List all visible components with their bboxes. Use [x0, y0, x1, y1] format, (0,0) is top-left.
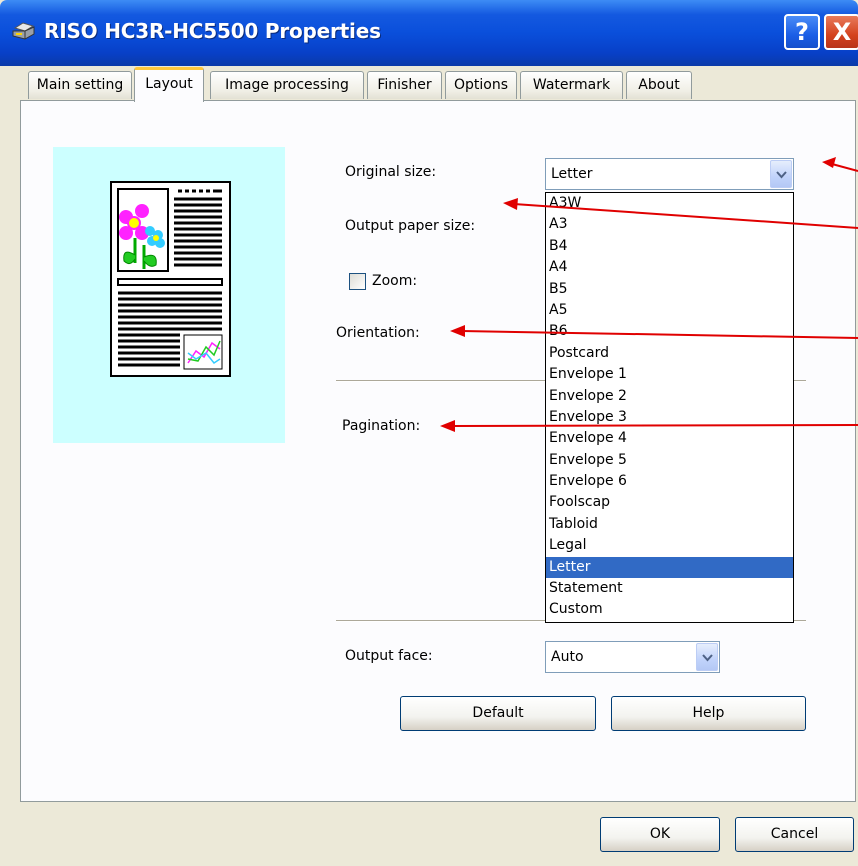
chevron-down-icon[interactable]: [770, 160, 792, 188]
list-item[interactable]: A5: [546, 300, 793, 321]
list-item[interactable]: Legal: [546, 535, 793, 556]
tab-main-setting[interactable]: Main setting: [28, 71, 132, 99]
tab-options[interactable]: Options: [445, 71, 517, 99]
tab-layout[interactable]: Layout: [134, 67, 204, 102]
tab-finisher[interactable]: Finisher: [367, 71, 442, 99]
default-button[interactable]: Default: [400, 696, 596, 731]
list-item[interactable]: A4: [546, 257, 793, 278]
list-item[interactable]: B6: [546, 321, 793, 342]
pagination-label: Pagination:: [342, 418, 421, 434]
output-face-label: Output face:: [345, 648, 433, 664]
list-item[interactable]: Tabloid: [546, 514, 793, 535]
output-face-select[interactable]: Auto: [545, 641, 720, 673]
list-item[interactable]: Envelope 5: [546, 450, 793, 471]
list-item[interactable]: B4: [546, 236, 793, 257]
title-bar[interactable]: RISO HC3R-HC5500 Properties ? X: [0, 0, 858, 66]
zoom-checkbox[interactable]: [349, 273, 366, 290]
original-size-dropdown-list[interactable]: A3W A3 B4 A4 B5 A5 B6 Postcard Envelope …: [545, 192, 794, 623]
printer-icon: [12, 22, 35, 40]
cancel-button[interactable]: Cancel: [735, 817, 854, 852]
output-paper-size-label: Output paper size:: [345, 218, 476, 234]
list-item[interactable]: B5: [546, 279, 793, 300]
original-size-value: Letter: [551, 166, 593, 182]
list-item[interactable]: Envelope 6: [546, 471, 793, 492]
help-title-button[interactable]: ?: [784, 14, 820, 50]
list-item[interactable]: Postcard: [546, 343, 793, 364]
list-item[interactable]: Statement: [546, 578, 793, 599]
orientation-label: Orientation:: [336, 325, 420, 341]
list-item[interactable]: Envelope 3: [546, 407, 793, 428]
list-item[interactable]: Foolscap: [546, 492, 793, 513]
output-face-value: Auto: [551, 649, 584, 665]
tab-about[interactable]: About: [626, 71, 692, 99]
tab-watermark[interactable]: Watermark: [520, 71, 623, 99]
help-button[interactable]: Help: [611, 696, 806, 731]
ok-button[interactable]: OK: [600, 817, 720, 852]
list-item[interactable]: A3: [546, 214, 793, 235]
close-button[interactable]: X: [824, 14, 858, 50]
list-item[interactable]: A3W: [546, 193, 793, 214]
list-item[interactable]: Envelope 4: [546, 428, 793, 449]
tab-image-processing[interactable]: Image processing: [210, 71, 364, 99]
zoom-label: Zoom:: [372, 273, 418, 289]
list-item-selected[interactable]: Letter: [546, 556, 793, 579]
list-item[interactable]: Envelope 2: [546, 386, 793, 407]
list-item[interactable]: Custom: [546, 599, 793, 620]
original-size-select[interactable]: Letter: [545, 158, 794, 190]
window-title: RISO HC3R-HC5500 Properties: [44, 19, 381, 43]
page-preview-graphic: [117, 188, 223, 370]
original-size-label: Original size:: [345, 164, 437, 180]
chevron-down-icon[interactable]: [696, 643, 718, 671]
list-item[interactable]: Envelope 1: [546, 364, 793, 385]
page-preview-image: [110, 181, 231, 377]
